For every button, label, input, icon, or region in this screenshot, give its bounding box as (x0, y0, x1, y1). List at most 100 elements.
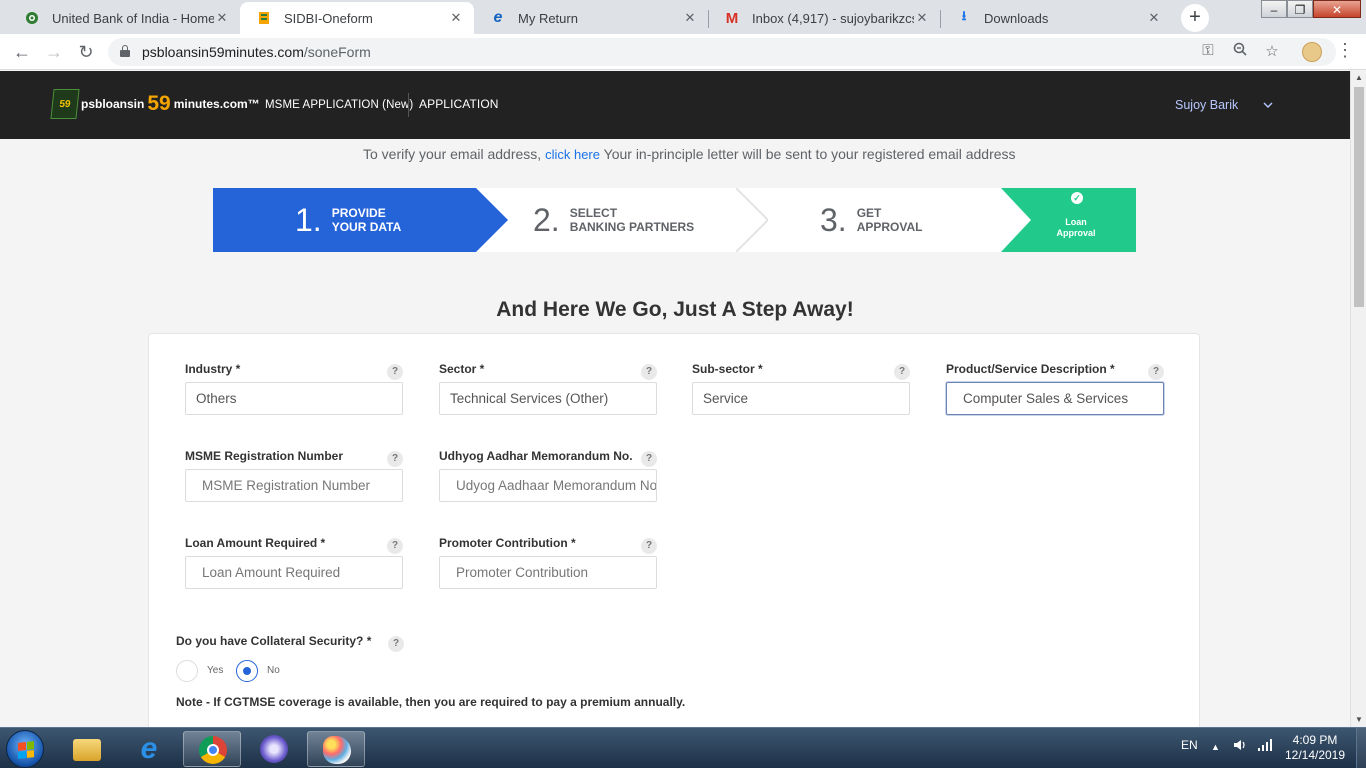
collateral-no-label[interactable]: No (267, 665, 280, 676)
reload-button[interactable]: ↻ (74, 40, 98, 64)
product-description-input[interactable]: Computer Sales & Services (946, 382, 1164, 415)
field-label: Sector * (439, 362, 485, 376)
folder-icon (73, 739, 101, 761)
nav-application[interactable]: APPLICATION (419, 97, 499, 111)
tab-downloads[interactable]: ⭳ Downloads ✕ (940, 2, 1172, 34)
address-bar[interactable]: psbloansin59minutes.com/soneForm ⚿ ☆ (108, 38, 1336, 66)
close-tab-icon[interactable]: ✕ (914, 10, 930, 26)
minimize-window-button[interactable]: ‒ (1261, 0, 1287, 18)
help-icon[interactable]: ? (641, 451, 657, 467)
step-select-banking-partners[interactable]: 2. SELECT BANKING PARTNERS (533, 188, 694, 252)
chevron-down-icon[interactable] (1263, 98, 1273, 112)
new-tab-button[interactable]: + (1181, 4, 1209, 32)
help-icon[interactable]: ? (387, 364, 403, 380)
page-heading: And Here We Go, Just A Step Away! (496, 298, 854, 321)
close-window-button[interactable]: ✕ (1313, 0, 1361, 18)
key-icon[interactable]: ⚿ (1197, 42, 1219, 59)
tab-title: Downloads (984, 10, 1049, 26)
tab-title: Inbox (4,917) - sujoybarikzcs@g (752, 10, 914, 26)
help-icon[interactable]: ? (1148, 364, 1164, 380)
taskbar-paint[interactable] (307, 731, 365, 767)
psb-favicon-icon (256, 10, 272, 26)
loan-amount-input[interactable]: Loan Amount Required (185, 556, 403, 589)
ie-icon: e (140, 732, 158, 765)
help-icon[interactable]: ? (641, 538, 657, 554)
help-icon[interactable]: ? (387, 538, 403, 554)
udyog-aadhar-field: Udhyog Aadhar Memorandum No. ? Udyog Aad… (439, 449, 657, 502)
tab-title: My Return (518, 10, 578, 26)
close-tab-icon[interactable]: ✕ (682, 10, 698, 26)
collateral-no-radio[interactable] (236, 660, 258, 682)
url-path: /soneForm (303, 44, 371, 60)
system-clock[interactable]: 4:09 PM 12/14/2019 (1282, 733, 1348, 763)
clock-date: 12/14/2019 (1284, 748, 1346, 762)
chrome-icon (199, 736, 227, 764)
browser-toolbar: ← → ↻ psbloansin59minutes.com/soneForm ⚿… (0, 34, 1366, 70)
taskbar-chrome[interactable] (183, 731, 241, 767)
restore-window-button[interactable]: ❐ (1287, 0, 1313, 18)
close-tab-icon[interactable]: ✕ (1146, 10, 1162, 26)
zoom-icon[interactable] (1229, 42, 1251, 60)
show-desktop-button[interactable] (1356, 728, 1366, 768)
clock-time: 4:09 PM (1292, 733, 1338, 747)
step-provide-data[interactable]: 1. PROVIDE YOUR DATA (295, 188, 401, 252)
user-menu[interactable]: Sujoy Barik (1175, 98, 1238, 112)
help-icon[interactable]: ? (641, 364, 657, 380)
udyog-aadhar-input[interactable]: Udyog Aadhaar Memorandum No. (439, 469, 657, 502)
loan-amount-field: Loan Amount Required * ? Loan Amount Req… (185, 536, 403, 589)
scrollbar-thumb[interactable] (1354, 87, 1364, 307)
bookmark-star-icon[interactable]: ☆ (1261, 42, 1283, 60)
tab-united-bank[interactable]: United Bank of India - Home ✕ (8, 2, 240, 34)
browser-menu-icon[interactable]: ⋮ (1336, 40, 1354, 61)
forward-button[interactable]: → (42, 40, 66, 64)
promoter-contribution-input[interactable]: Promoter Contribution (439, 556, 657, 589)
verify-email-link[interactable]: click here (545, 147, 600, 162)
sector-select[interactable]: Technical Services (Other) (439, 382, 657, 415)
download-favicon-icon: ⭳ (961, 8, 967, 23)
step-1-arrow (476, 188, 508, 252)
page-content: 59 psbloansin 59 minutes.com™ MSME APPLI… (0, 71, 1350, 727)
site-logo[interactable]: 59 psbloansin 59 minutes.com™ (50, 89, 260, 119)
ie-favicon-icon: e (493, 9, 503, 26)
scroll-up-arrow-icon[interactable]: ▲ (1351, 71, 1366, 85)
tab-my-return[interactable]: e My Return ✕ (474, 2, 708, 34)
help-icon[interactable]: ? (388, 636, 404, 652)
field-label: Product/Service Description * (946, 362, 1115, 376)
loan-approval-label: Loan Approval (1056, 217, 1096, 238)
paint-icon (323, 736, 351, 764)
network-signal-icon[interactable] (1257, 738, 1273, 755)
product-description-field: Product/Service Description * ? Computer… (946, 362, 1164, 415)
sector-field: Sector * ? Technical Services (Other) (439, 362, 657, 415)
field-label: Industry * (185, 362, 241, 376)
help-icon[interactable]: ? (894, 364, 910, 380)
tab-title: SIDBI-Oneform (284, 10, 373, 26)
volume-icon[interactable] (1233, 738, 1247, 755)
step-label: PROVIDE YOUR DATA (331, 206, 402, 234)
collateral-yes-label[interactable]: Yes (207, 665, 223, 676)
close-tab-icon[interactable]: ✕ (448, 10, 464, 26)
collateral-yes-radio[interactable] (176, 660, 198, 682)
taskbar-explorer[interactable] (58, 731, 116, 767)
profile-avatar[interactable] (1302, 42, 1322, 62)
page-scrollbar[interactable]: ▲ ▼ (1350, 71, 1366, 727)
back-button[interactable]: ← (10, 40, 34, 64)
tab-gmail-inbox[interactable]: M Inbox (4,917) - sujoybarikzcs@g ✕ (708, 2, 940, 34)
nav-msme-application[interactable]: MSME APPLICATION (New) (265, 99, 413, 111)
start-button[interactable] (6, 730, 44, 768)
close-tab-icon[interactable]: ✕ (214, 10, 230, 26)
taskbar-media-app[interactable] (245, 731, 303, 767)
taskbar-internet-explorer[interactable]: e (120, 731, 178, 767)
industry-select[interactable]: Others (185, 382, 403, 415)
progress-stepper: 1. PROVIDE YOUR DATA 2. SELECT BANKING PAR… (213, 188, 1136, 252)
show-hidden-icons-icon[interactable]: ▲ (1211, 742, 1220, 752)
help-icon[interactable]: ? (387, 451, 403, 467)
scroll-down-arrow-icon[interactable]: ▼ (1351, 713, 1366, 727)
tab-sidbi-oneform[interactable]: SIDBI-Oneform ✕ (240, 2, 474, 34)
language-indicator[interactable]: EN (1181, 738, 1198, 752)
step-get-approval[interactable]: 3. GET APPROVAL (820, 188, 922, 252)
msme-registration-input[interactable]: MSME Registration Number (185, 469, 403, 502)
browser-tab-strip: United Bank of India - Home ✕ SIDBI-Onef… (0, 0, 1366, 34)
logo-text-left: psbloansin (81, 97, 145, 111)
subsector-select[interactable]: Service (692, 382, 910, 415)
url-text[interactable]: psbloansin59minutes.com/soneForm (142, 44, 371, 60)
